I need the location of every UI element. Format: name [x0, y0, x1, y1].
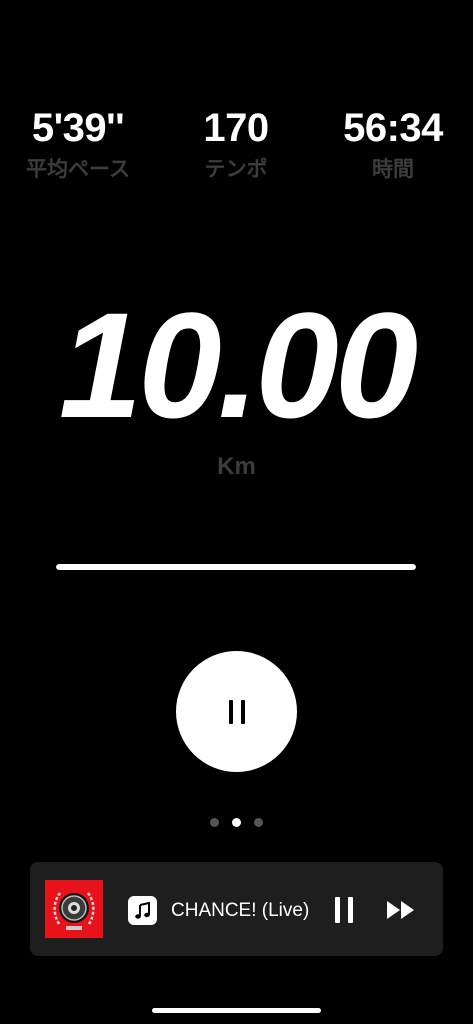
music-note-icon — [128, 896, 157, 925]
now-playing-bar[interactable]: CHANCE! (Live) — [30, 862, 443, 956]
distance-progress-bar — [56, 564, 416, 570]
page-indicator[interactable] — [0, 818, 473, 827]
distance-value: 10.00 — [58, 281, 418, 449]
elapsed-time-value: 56:34 — [343, 106, 443, 150]
album-artwork — [45, 880, 103, 938]
pause-run-button[interactable] — [176, 651, 297, 772]
track-title: CHANCE! (Live) — [171, 900, 310, 921]
pause-icon — [335, 897, 353, 923]
cadence-value: 170 — [203, 106, 269, 150]
page-dot[interactable] — [254, 818, 263, 827]
stat-average-pace: 5'39'' 平均ペース — [3, 104, 153, 182]
elapsed-time-label: 時間 — [372, 157, 414, 181]
stat-cadence: 170 テンポ — [161, 104, 311, 182]
fast-forward-icon — [387, 901, 414, 919]
cadence-label: テンポ — [204, 157, 268, 181]
now-playing-pause-button[interactable] — [328, 894, 360, 926]
page-dot[interactable] — [232, 818, 241, 827]
average-pace-value: 5'39'' — [31, 106, 125, 150]
now-playing-forward-button[interactable] — [384, 895, 418, 925]
distance-progress-fill — [56, 564, 416, 570]
distance-unit: Km — [217, 453, 256, 480]
pause-icon — [228, 699, 245, 724]
stats-row: 5'39'' 平均ペース 170 テンポ 56:34 時間 — [0, 104, 473, 194]
average-pace-label: 平均ペース — [26, 157, 130, 181]
home-indicator[interactable] — [152, 1008, 321, 1013]
stat-elapsed-time: 56:34 時間 — [318, 104, 468, 182]
page-dot[interactable] — [210, 818, 219, 827]
